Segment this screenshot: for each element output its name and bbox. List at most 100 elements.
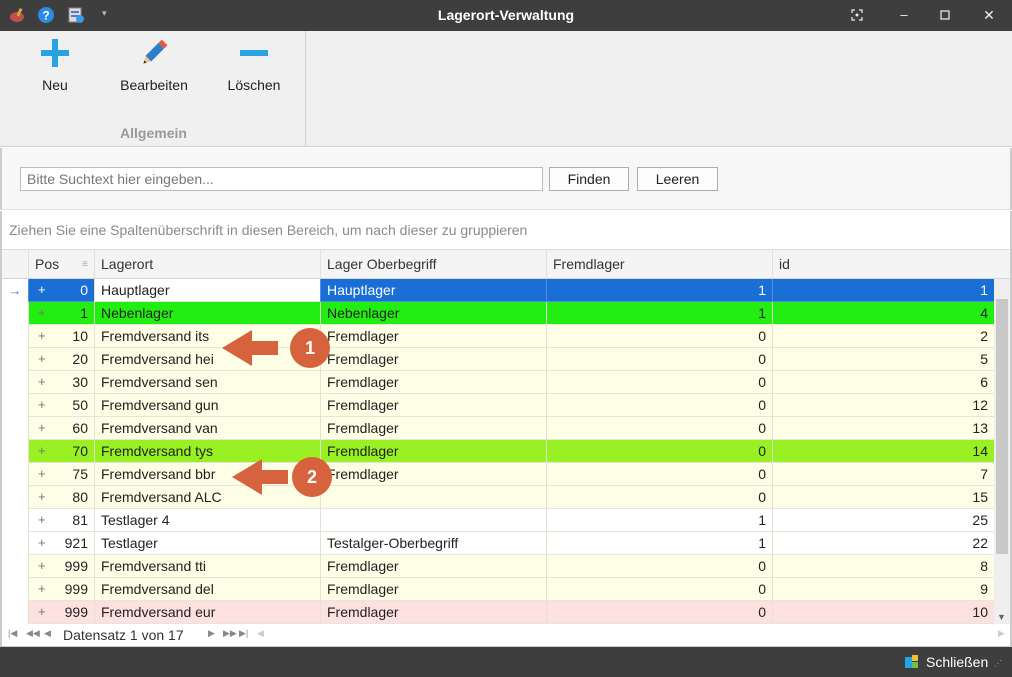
cell-oberbegriff[interactable]: Fremdlager (320, 417, 546, 440)
cell-id[interactable]: 9 (772, 578, 994, 601)
cell-fremdlager[interactable]: 0 (546, 601, 772, 624)
table-row[interactable]: 75 + Fremdversand bbr Fremdlager 0 7 (2, 463, 994, 486)
cell-oberbegriff[interactable]: Fremdlager (320, 325, 546, 348)
cell-fremdlager[interactable]: 0 (546, 555, 772, 578)
cell-id[interactable]: 6 (772, 371, 994, 394)
nav-prev-page-icon[interactable]: ◀◀ (26, 628, 40, 639)
table-row[interactable]: 921 + Testlager Testalger-Oberbegriff 1 22 (2, 532, 994, 555)
expand-row-icon[interactable]: + (38, 348, 46, 369)
new-button[interactable]: Neu (15, 37, 95, 107)
cell-id[interactable]: 14 (772, 440, 994, 463)
cell-id[interactable]: 1 (772, 279, 994, 302)
table-row[interactable]: 80 + Fremdversand ALC 0 15 (2, 486, 994, 509)
cell-oberbegriff[interactable]: Fremdlager (320, 578, 546, 601)
cell-id[interactable]: 22 (772, 532, 994, 555)
expand-row-icon[interactable]: + (38, 371, 46, 392)
cell-lagerort[interactable]: Testlager (94, 532, 320, 555)
cell-lagerort[interactable]: Fremdversand del (94, 578, 320, 601)
expand-row-icon[interactable]: + (38, 302, 46, 323)
expand-row-icon[interactable]: + (38, 509, 46, 530)
table-row[interactable]: 81 + Testlager 4 1 25 (2, 509, 994, 532)
column-header-oberbegriff[interactable]: Lager Oberbegriff (320, 250, 546, 279)
table-row[interactable]: 1 + Nebenlager Nebenlager 1 4 (2, 302, 994, 325)
row-focus-indicator-icon[interactable]: → (2, 279, 28, 302)
cell-oberbegriff[interactable]: Fremdlager (320, 601, 546, 624)
row-indicator[interactable] (2, 578, 28, 601)
quick-access-dropdown-icon[interactable]: ▾ (102, 8, 112, 26)
cell-fremdlager[interactable]: 0 (546, 440, 772, 463)
resize-grip-icon[interactable]: ⋰ (994, 659, 1002, 668)
cell-lagerort[interactable]: Testlager 4 (94, 509, 320, 532)
cell-fremdlager[interactable]: 0 (546, 578, 772, 601)
nav-first-icon[interactable]: |◀ (8, 628, 17, 639)
hscroll-right-icon[interactable]: ▶ (998, 628, 1005, 639)
scroll-down-icon[interactable]: ▼ (997, 612, 1006, 622)
cell-fremdlager[interactable]: 0 (546, 417, 772, 440)
cell-oberbegriff[interactable]: Fremdlager (320, 555, 546, 578)
cell-oberbegriff[interactable]: Fremdlager (320, 371, 546, 394)
table-row[interactable]: → 0 + Hauptlager Hauptlager 1 1 (2, 279, 994, 302)
scrollbar-thumb[interactable] (996, 299, 1008, 554)
cell-fremdlager[interactable]: 1 (546, 532, 772, 555)
cell-oberbegriff[interactable]: Testalger-Oberbegriff (320, 532, 546, 555)
settings-icon[interactable] (67, 6, 85, 24)
delete-button[interactable]: Löschen (214, 37, 294, 107)
row-indicator[interactable] (2, 509, 28, 532)
table-row[interactable]: 20 + Fremdversand hei Fremdlager 0 5 (2, 348, 994, 371)
cell-oberbegriff[interactable]: Fremdlager (320, 348, 546, 371)
row-indicator[interactable] (2, 371, 28, 394)
table-row[interactable]: 70 + Fremdversand tys Fremdlager 0 14 (2, 440, 994, 463)
nav-prev-icon[interactable]: ◀ (44, 628, 51, 639)
row-indicator[interactable] (2, 601, 28, 624)
cell-id[interactable]: 2 (772, 325, 994, 348)
expand-row-icon[interactable]: + (38, 394, 46, 415)
maximize-button[interactable] (933, 4, 957, 26)
column-header-pos[interactable]: Pos ≡ (28, 250, 94, 279)
nav-last-icon[interactable]: ▶| (239, 628, 248, 639)
find-button[interactable]: Finden (549, 167, 629, 191)
focus-icon[interactable] (845, 4, 869, 26)
cell-fremdlager[interactable]: 0 (546, 348, 772, 371)
row-indicator[interactable] (2, 348, 28, 371)
table-row[interactable]: 999 + Fremdversand tti Fremdlager 0 8 (2, 555, 994, 578)
cell-oberbegriff[interactable] (320, 486, 546, 509)
cell-fremdlager[interactable]: 1 (546, 279, 772, 302)
cell-id[interactable]: 12 (772, 394, 994, 417)
cell-lagerort[interactable]: Fremdversand tti (94, 555, 320, 578)
cell-lagerort[interactable]: Hauptlager (94, 279, 320, 302)
cell-fremdlager[interactable]: 0 (546, 486, 772, 509)
cell-oberbegriff[interactable]: Fremdlager (320, 394, 546, 417)
cell-id[interactable]: 13 (772, 417, 994, 440)
cell-id[interactable]: 7 (772, 463, 994, 486)
cell-oberbegriff[interactable]: Fremdlager (320, 440, 546, 463)
search-input[interactable] (20, 167, 543, 191)
expand-row-icon[interactable]: + (38, 532, 46, 553)
cell-id[interactable]: 15 (772, 486, 994, 509)
row-indicator[interactable] (2, 417, 28, 440)
expand-row-icon[interactable]: + (38, 325, 46, 346)
cell-oberbegriff[interactable]: Fremdlager (320, 463, 546, 486)
row-indicator[interactable] (2, 555, 28, 578)
table-row[interactable]: 30 + Fremdversand sen Fremdlager 0 6 (2, 371, 994, 394)
column-header-lagerort[interactable]: Lagerort (94, 250, 320, 279)
cell-oberbegriff[interactable] (320, 509, 546, 532)
nav-next-icon[interactable]: ▶ (208, 628, 215, 639)
cell-id[interactable]: 4 (772, 302, 994, 325)
row-indicator[interactable] (2, 532, 28, 555)
row-indicator[interactable] (2, 463, 28, 486)
minimize-button[interactable]: – (892, 4, 916, 26)
cell-id[interactable]: 25 (772, 509, 994, 532)
row-indicator[interactable] (2, 440, 28, 463)
cell-id[interactable]: 5 (772, 348, 994, 371)
help-icon[interactable]: ? (37, 6, 55, 24)
cell-id[interactable]: 8 (772, 555, 994, 578)
group-panel[interactable]: Ziehen Sie eine Spaltenüberschrift in di… (0, 211, 1012, 249)
cell-fremdlager[interactable]: 0 (546, 371, 772, 394)
expand-row-icon[interactable]: + (38, 463, 46, 484)
expand-row-icon[interactable]: + (38, 555, 46, 576)
vertical-scrollbar[interactable]: ▼ (994, 279, 1010, 624)
close-window-button[interactable]: ✕ (977, 4, 1001, 26)
cell-oberbegriff[interactable]: Hauptlager (320, 279, 546, 302)
cell-fremdlager[interactable]: 0 (546, 463, 772, 486)
cell-id[interactable]: 10 (772, 601, 994, 624)
